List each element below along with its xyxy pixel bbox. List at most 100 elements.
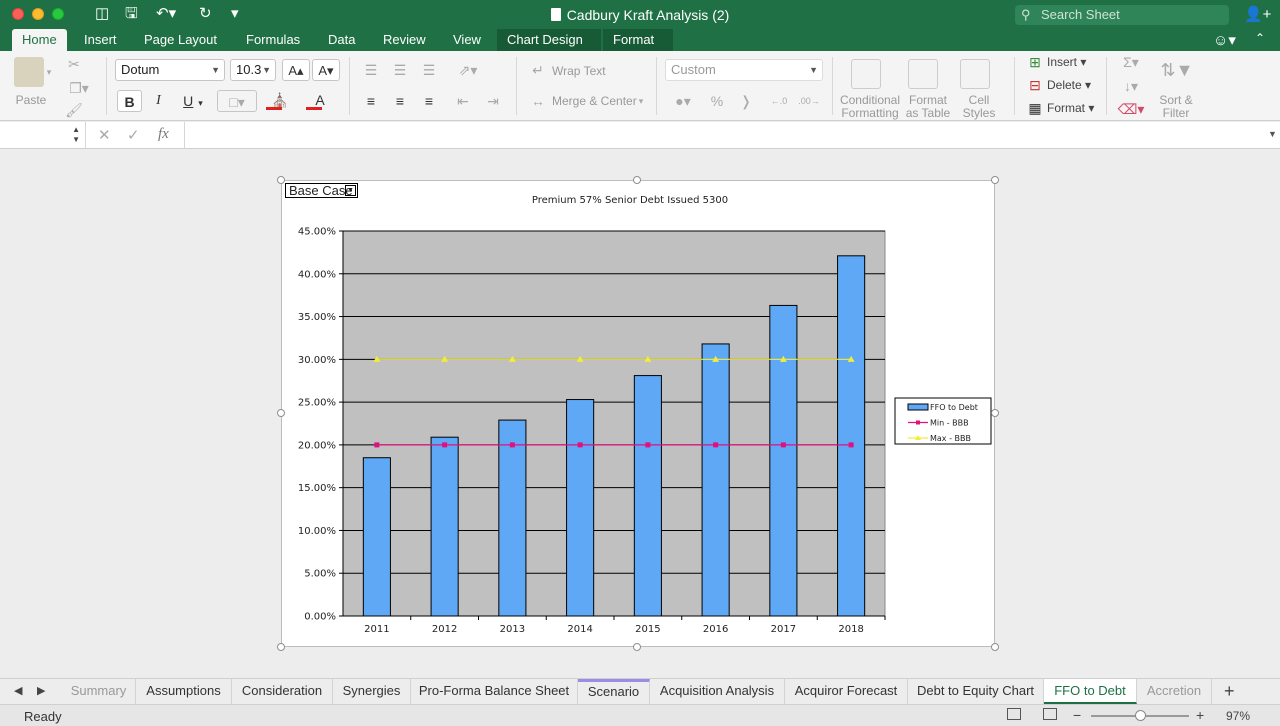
tab-formulas[interactable]: Formulas (236, 29, 310, 51)
sort-filter-button[interactable]: Sort & Filter (1152, 94, 1200, 120)
sheet-tab-acquiror-forecast[interactable]: Acquiror Forecast (785, 679, 908, 704)
sheet-tab-synergies[interactable]: Synergies (333, 679, 411, 704)
font-color-button[interactable]: A (302, 89, 338, 111)
align-bottom-icon[interactable]: ☰ (416, 59, 442, 81)
search-sheet-input[interactable]: ⚲ Search Sheet (1015, 5, 1229, 25)
sheet-tab-debt-to-equity-chart[interactable]: Debt to Equity Chart (908, 679, 1044, 704)
align-right-icon[interactable]: ≡ (416, 90, 442, 112)
name-box[interactable]: ▲ ▼ (0, 122, 86, 149)
tab-insert[interactable]: Insert (74, 29, 127, 51)
resize-handle-top-right[interactable] (991, 176, 999, 184)
align-middle-icon[interactable]: ☰ (387, 59, 413, 81)
percent-style-icon[interactable]: % (704, 90, 730, 112)
resize-handle-left[interactable] (277, 409, 285, 417)
resize-handle-top-left[interactable] (277, 176, 285, 184)
resize-handle-right[interactable] (991, 409, 999, 417)
zoom-out-icon[interactable]: − (1073, 707, 1081, 723)
zoom-slider-knob[interactable] (1135, 710, 1146, 721)
decrease-decimal-icon[interactable]: .00→ (795, 90, 823, 112)
sheet-tab-consideration[interactable]: Consideration (232, 679, 333, 704)
tab-data[interactable]: Data (318, 29, 365, 51)
tab-home[interactable]: Home (12, 29, 67, 51)
fill-color-button[interactable]: ⛪ (262, 89, 298, 111)
insert-cells-button[interactable]: Insert ▾ (1047, 56, 1086, 69)
format-cells-button[interactable]: Format ▾ (1047, 102, 1094, 115)
scenario-dropdown[interactable]: Base Case ▼ (285, 183, 358, 198)
copy-icon[interactable]: ❐▾ (64, 77, 94, 99)
tab-page-layout[interactable]: Page Layout (134, 29, 227, 51)
paste-icon[interactable] (14, 57, 44, 87)
insert-cells-icon[interactable]: ⊞ (1026, 51, 1044, 73)
resize-handle-bottom[interactable] (633, 643, 641, 651)
confirm-icon[interactable]: ✓ (127, 126, 140, 144)
zoom-in-icon[interactable]: + (1196, 707, 1204, 723)
conditional-formatting-button[interactable]: Conditional Formatting (838, 94, 902, 120)
sheet-tab-accretion[interactable]: Accretion (1137, 679, 1212, 704)
underline-button[interactable]: U ▾ (175, 90, 211, 112)
autosum-icon[interactable]: Σ▾ (1116, 51, 1146, 73)
expand-formula-bar-icon[interactable]: ▼ (1268, 129, 1277, 139)
zoom-slider[interactable] (1091, 710, 1189, 721)
chart-object[interactable]: Premium 57% Senior Debt Issued 5300 0.00%… (281, 180, 995, 647)
accounting-format-icon[interactable]: ●▾ (665, 90, 701, 112)
comma-style-icon[interactable]: ❭ (733, 90, 759, 112)
collapse-ribbon-icon[interactable]: ⌃ (1255, 31, 1265, 45)
increase-indent-icon[interactable]: ⇥ (480, 90, 506, 112)
delete-cells-button[interactable]: Delete ▾ (1047, 79, 1091, 92)
sort-filter-icon[interactable]: ⇅▼ (1156, 59, 1198, 81)
previous-sheet-icon[interactable]: ◀ (14, 684, 22, 697)
italic-button[interactable]: I (146, 90, 171, 112)
tab-review[interactable]: Review (373, 29, 436, 51)
share-icon[interactable]: 👤+ (1244, 5, 1271, 23)
name-box-stepper-icon[interactable]: ▲ ▼ (72, 125, 80, 145)
sheet-tab-assumptions[interactable]: Assumptions (136, 679, 232, 704)
feedback-smiley-icon[interactable]: ☺▾ (1213, 31, 1236, 49)
borders-button[interactable]: □▾ (217, 90, 257, 112)
decrease-indent-icon[interactable]: ⇤ (450, 90, 476, 112)
conditional-formatting-icon[interactable] (851, 59, 881, 89)
chevron-down-icon[interactable]: ▾ (636, 90, 646, 112)
align-center-icon[interactable]: ≡ (387, 90, 413, 112)
delete-cells-icon[interactable]: ⊟ (1026, 74, 1044, 96)
merge-center-button[interactable]: Merge & Center (552, 95, 637, 108)
tab-format[interactable]: Format (603, 29, 673, 51)
cell-styles-icon[interactable] (960, 59, 990, 89)
format-cells-icon[interactable]: ▦ (1026, 97, 1044, 119)
tab-chart-design[interactable]: Chart Design (497, 29, 601, 51)
bold-button[interactable]: B (117, 90, 142, 112)
format-as-table-button[interactable]: Format as Table (900, 94, 956, 120)
orientation-icon[interactable]: ⇗▾ (450, 59, 486, 81)
sheet-tab-acquisition-analysis[interactable]: Acquisition Analysis (650, 679, 785, 704)
increase-decimal-icon[interactable]: ←.0 (765, 90, 793, 112)
cut-icon[interactable]: ✂ (64, 53, 84, 75)
next-sheet-icon[interactable]: ▶ (37, 684, 45, 697)
resize-handle-bottom-right[interactable] (991, 643, 999, 651)
font-size-select[interactable]: 10.3 ▼ (230, 59, 276, 81)
cell-styles-button[interactable]: Cell Styles (955, 94, 1003, 120)
font-name-select[interactable]: Dotum ▼ (115, 59, 225, 81)
align-left-icon[interactable]: ≡ (358, 90, 384, 112)
sheet-tab-summary[interactable]: Summary (62, 679, 136, 704)
align-top-icon[interactable]: ☰ (358, 59, 384, 81)
sheet-tab-scenario[interactable]: Scenario (578, 679, 650, 704)
wrap-text-icon[interactable]: ↵ (528, 59, 548, 81)
clear-icon[interactable]: ⌫▾ (1116, 98, 1146, 120)
resize-handle-bottom-left[interactable] (277, 643, 285, 651)
normal-view-icon[interactable] (1007, 708, 1021, 720)
format-as-table-icon[interactable] (908, 59, 938, 89)
decrease-font-size-button[interactable]: A▾ (312, 59, 340, 81)
format-painter-icon[interactable]: 🖌 (64, 99, 84, 121)
insert-function-icon[interactable]: fx (158, 126, 169, 143)
add-sheet-icon[interactable]: + (1224, 681, 1235, 702)
formula-input[interactable] (184, 122, 1264, 149)
sheet-tab-ffo-to-debt[interactable]: FFO to Debt (1044, 679, 1137, 704)
cancel-icon[interactable]: ✕ (98, 126, 111, 144)
paste-dropdown-icon[interactable]: ▾ (44, 61, 54, 83)
resize-handle-top[interactable] (633, 176, 641, 184)
wrap-text-button[interactable]: Wrap Text (552, 65, 606, 78)
number-format-select[interactable]: Custom ▼ (665, 59, 823, 81)
page-layout-view-icon[interactable] (1043, 708, 1057, 720)
sheet-tab-pro-forma-balance-sheet[interactable]: Pro-Forma Balance Sheet (411, 679, 578, 704)
merge-center-icon[interactable]: ↔ (528, 90, 548, 112)
increase-font-size-button[interactable]: A▴ (282, 59, 310, 81)
